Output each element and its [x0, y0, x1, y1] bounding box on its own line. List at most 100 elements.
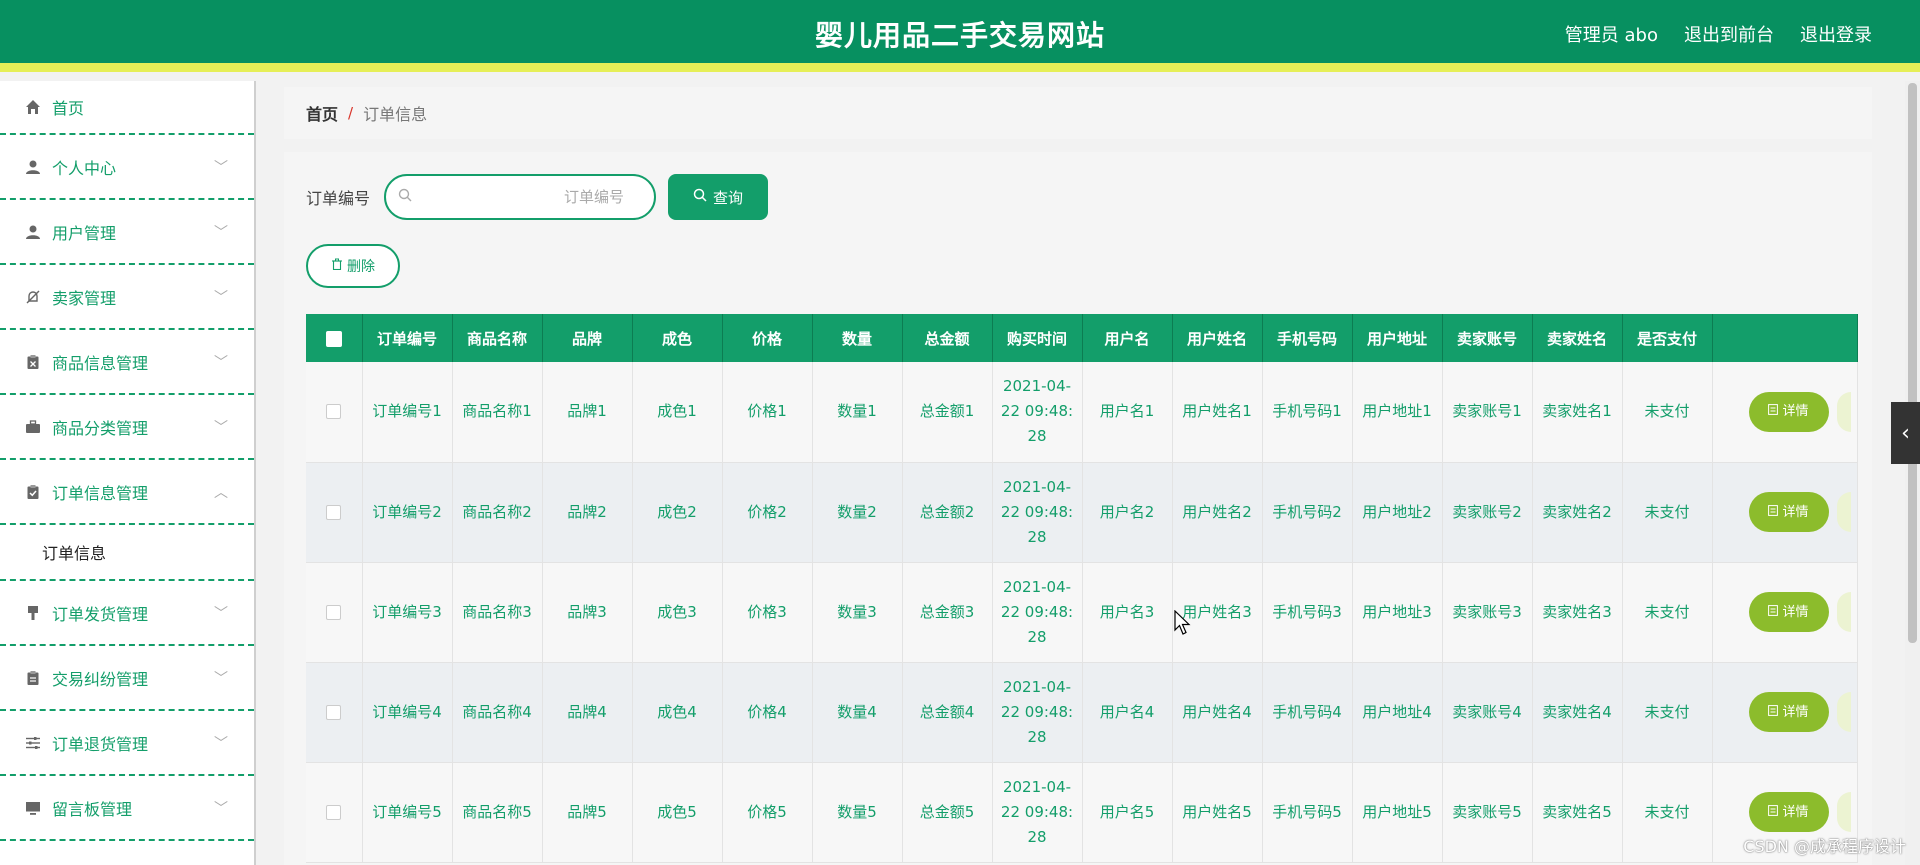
table-cell: 卖家账号4: [1442, 662, 1533, 763]
column-header[interactable]: 数量: [812, 314, 903, 362]
sidebar-item-user-management[interactable]: 用户管理 ﹀: [0, 200, 254, 265]
more-actions-button[interactable]: [1836, 792, 1851, 832]
home-icon: [24, 98, 42, 116]
column-header[interactable]: 总金额: [902, 314, 993, 362]
column-header[interactable]: 价格: [722, 314, 813, 362]
detail-button[interactable]: 详情: [1748, 492, 1829, 532]
table-cell: 品牌1: [542, 362, 633, 463]
detail-button[interactable]: 详情: [1748, 792, 1829, 832]
select-all-checkbox[interactable]: [325, 330, 342, 347]
delete-button[interactable]: 删除: [306, 244, 400, 288]
breadcrumb-home[interactable]: 首页: [306, 101, 338, 125]
brush-icon: [24, 604, 42, 622]
column-header[interactable]: 购买时间: [992, 314, 1083, 362]
row-checkbox[interactable]: [326, 404, 342, 420]
more-actions-button[interactable]: [1836, 492, 1851, 532]
breadcrumb-current: 订单信息: [363, 105, 428, 124]
search-row: 订单编号 查询: [306, 174, 769, 220]
column-header[interactable]: 用户姓名: [1172, 314, 1263, 362]
table-cell: 卖家账号5: [1442, 762, 1533, 863]
table-cell: 用户名4: [1082, 662, 1173, 763]
sidebar-item-category[interactable]: 商品分类管理 ﹀: [0, 395, 254, 460]
row-select-cell: [306, 562, 363, 663]
main-content: 订单编号 查询 删除 订单编号: [284, 152, 1872, 865]
sidebar-item-personal-center[interactable]: 个人中心 ﹀: [0, 135, 254, 200]
table-cell: 商品名称2: [452, 462, 543, 563]
submenu-order-info[interactable]: 订单信息: [0, 525, 254, 581]
checklist-icon: [24, 483, 42, 501]
detail-button[interactable]: 详情: [1748, 391, 1829, 432]
table-cell: 成色5: [632, 762, 723, 863]
detail-button-label: 详情: [1782, 704, 1809, 720]
delete-button-label: 删除: [347, 259, 375, 275]
clipboard-icon: [24, 353, 42, 371]
sidebar-item-label: 订单发货管理: [52, 604, 149, 624]
header-nav: 管理员 abo 退出到前台 退出登录: [1565, 21, 1872, 47]
actions-cell: 详情: [1712, 662, 1858, 763]
table-cell: 用户地址5: [1352, 762, 1443, 863]
more-actions-button[interactable]: [1836, 391, 1851, 432]
table-cell: 手机号码3: [1262, 562, 1353, 663]
sidebar-item-product-info[interactable]: 商品信息管理 ﹀: [0, 330, 254, 395]
table-cell: 用户名5: [1082, 762, 1173, 863]
sidebar-item-message-board[interactable]: 留言板管理 ﹀: [0, 776, 254, 841]
column-header[interactable]: 用户名: [1082, 314, 1173, 362]
column-header[interactable]: 卖家姓名: [1532, 314, 1623, 362]
table-cell: 数量2: [812, 462, 903, 563]
detail-button[interactable]: 详情: [1748, 592, 1829, 632]
sidebar-item-order-info-management[interactable]: 订单信息管理 ︿: [0, 460, 254, 525]
sidebar: 首页 个人中心 ﹀ 用户管理 ﹀ 卖家管理 ﹀ 商品信息管理 ﹀ 商品分类管理 …: [0, 81, 256, 865]
table-cell: 卖家姓名3: [1532, 562, 1623, 663]
table-cell: 总金额2: [902, 462, 993, 563]
sidebar-item-return[interactable]: 订单退货管理 ﹀: [0, 711, 254, 776]
row-checkbox[interactable]: [326, 704, 342, 720]
column-header[interactable]: 订单编号: [362, 314, 453, 362]
row-checkbox[interactable]: [326, 604, 342, 620]
column-header[interactable]: 用户地址: [1352, 314, 1443, 362]
search-button[interactable]: 查询: [668, 174, 769, 220]
row-checkbox[interactable]: [326, 504, 342, 520]
more-actions-button[interactable]: [1836, 692, 1851, 732]
search-field: [384, 174, 657, 220]
table-cell: 用户地址4: [1352, 662, 1443, 763]
logout-link[interactable]: 退出登录: [1800, 21, 1872, 47]
column-header[interactable]: 手机号码: [1262, 314, 1353, 362]
document-icon: [1768, 800, 1779, 825]
submenu-label: 订单信息: [42, 544, 107, 563]
back-to-front-link[interactable]: 退出到前台: [1684, 21, 1774, 47]
scrollbar-thumb[interactable]: [1908, 83, 1917, 643]
sidebar-item-shipping[interactable]: 订单发货管理 ﹀: [0, 581, 254, 646]
sidebar-item-home[interactable]: 首页: [0, 81, 254, 135]
column-header[interactable]: 品牌: [542, 314, 633, 362]
collapse-panel-tab[interactable]: ‹: [1891, 402, 1920, 464]
detail-button[interactable]: 详情: [1748, 692, 1829, 732]
order-number-input[interactable]: [386, 176, 655, 218]
sidebar-item-seller-management[interactable]: 卖家管理 ﹀: [0, 265, 254, 330]
row-select-cell: [306, 662, 363, 763]
briefcase-icon: [24, 418, 42, 436]
table-cell: 用户名3: [1082, 562, 1173, 663]
column-header[interactable]: 卖家账号: [1442, 314, 1533, 362]
search-icon: [693, 188, 707, 206]
table-cell: 未支付: [1622, 762, 1713, 863]
column-header[interactable]: 商品名称: [452, 314, 543, 362]
row-checkbox[interactable]: [326, 804, 342, 820]
column-header[interactable]: 成色: [632, 314, 723, 362]
table-cell: 数量4: [812, 662, 903, 763]
admin-username[interactable]: 管理员 abo: [1565, 21, 1658, 47]
person-icon: [24, 158, 42, 176]
table-header-row: 订单编号 商品名称 品牌 成色 价格 数量 总金额 购买时间 用户名 用户姓名 …: [306, 314, 1858, 362]
table-cell: 订单编号2: [362, 462, 453, 563]
sidebar-item-label: 商品信息管理: [52, 353, 149, 373]
search-icon: [398, 188, 412, 206]
more-actions-button[interactable]: [1836, 592, 1851, 632]
table-cell: 卖家姓名4: [1532, 662, 1623, 763]
table-cell: 用户姓名5: [1172, 762, 1263, 863]
watermark: CSDN @成承程序设计: [1743, 837, 1906, 856]
table-cell: 手机号码4: [1262, 662, 1353, 763]
page-scrollbar[interactable]: [1905, 81, 1920, 865]
chevron-down-icon: ﹀: [214, 354, 228, 371]
column-header[interactable]: 是否支付: [1622, 314, 1713, 362]
row-select-cell: [306, 462, 363, 563]
sidebar-item-dispute[interactable]: 交易纠纷管理 ﹀: [0, 646, 254, 711]
